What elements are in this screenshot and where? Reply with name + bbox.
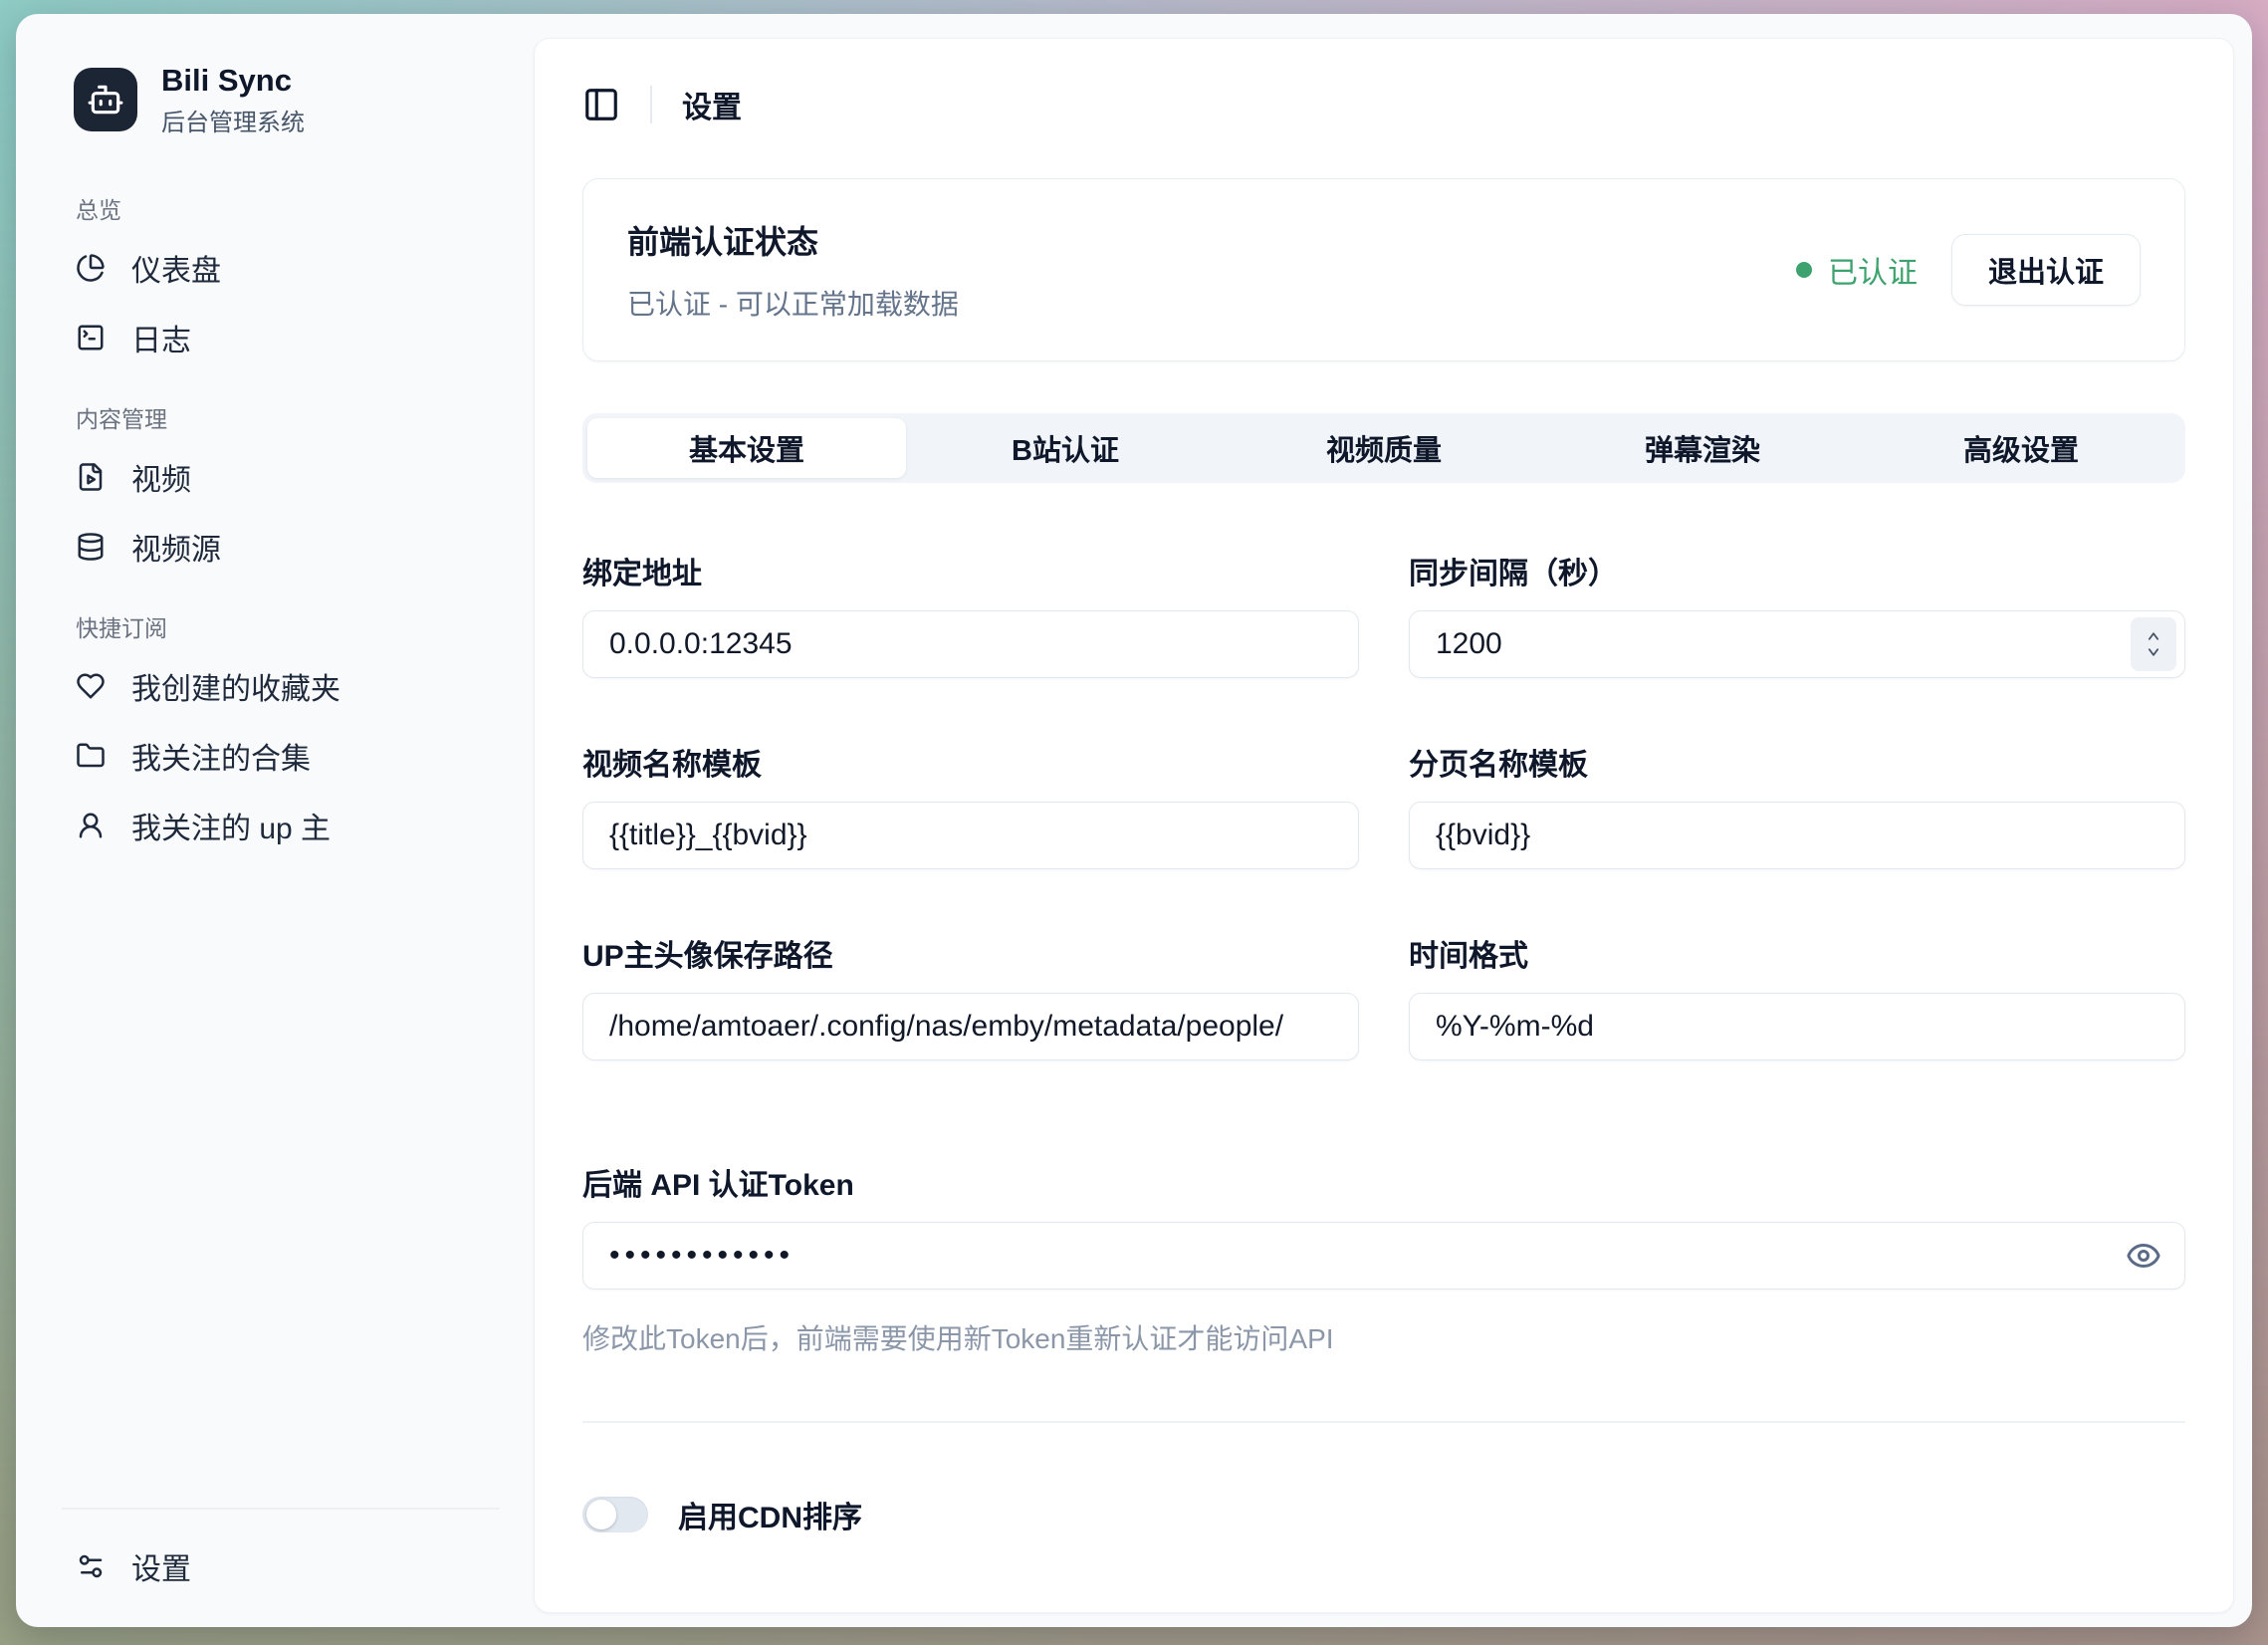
- status-label: 已认证: [1828, 248, 1918, 292]
- sidebar-item-videos[interactable]: 视频: [62, 442, 500, 512]
- sidebar-footer: 设置: [62, 1508, 500, 1627]
- main-content-area: 设置 前端认证状态 已认证 - 可以正常加载数据 已认证 退出认证 基本设置 B…: [534, 14, 2252, 1627]
- sidebar-item-video-sources[interactable]: 视频源: [62, 512, 500, 582]
- page-title: 设置: [682, 83, 742, 126]
- sidebar-item-label: 仪表盘: [131, 246, 221, 290]
- sidebar-item-settings[interactable]: 设置: [62, 1531, 500, 1601]
- file-video-icon: [76, 462, 106, 492]
- tab-bilibili-auth[interactable]: B站认证: [906, 418, 1225, 478]
- logout-auth-button[interactable]: 退出认证: [1951, 234, 2141, 306]
- settings-form-grid: 绑定地址 同步间隔（秒） 视频名称: [582, 549, 2185, 1060]
- sidebar-item-followed-uppers[interactable]: 我关注的 up 主: [62, 791, 500, 860]
- sidebar-item-label: 我创建的收藏夹: [131, 664, 340, 708]
- brand-title: Bili Sync: [161, 62, 305, 99]
- sidebar-item-label: 视频源: [131, 525, 221, 569]
- folder-icon: [76, 741, 106, 771]
- sync-interval-input[interactable]: [1409, 610, 2185, 678]
- sync-interval-stepper[interactable]: [2131, 617, 2176, 671]
- user-icon: [76, 811, 106, 840]
- video-name-template-label: 视频名称模板: [582, 740, 1359, 784]
- upper-avatar-path-label: UP主头像保存路径: [582, 931, 1359, 975]
- sidebar-item-label: 我关注的 up 主: [131, 804, 331, 847]
- database-icon: [76, 532, 106, 562]
- terminal-icon: [76, 323, 106, 352]
- sidebar-item-followed-collections[interactable]: 我关注的合集: [62, 721, 500, 791]
- main-card: 设置 前端认证状态 已认证 - 可以正常加载数据 已认证 退出认证 基本设置 B…: [534, 38, 2234, 1613]
- header-divider: [650, 86, 652, 123]
- tab-video-quality[interactable]: 视频质量: [1225, 418, 1543, 478]
- app-window: Bili Sync 后台管理系统 总览 仪表盘 日志 内容管理: [16, 14, 2252, 1627]
- api-token-helper-text: 修改此Token后，前端需要使用新Token重新认证才能访问API: [582, 1317, 2185, 1357]
- tab-advanced-settings[interactable]: 高级设置: [1862, 418, 2180, 478]
- page-header: 设置: [582, 39, 2185, 126]
- upper-avatar-path-input[interactable]: [582, 993, 1359, 1060]
- video-name-template-input[interactable]: [582, 802, 1359, 869]
- page-name-template-label: 分页名称模板: [1409, 740, 2185, 784]
- sidebar: Bili Sync 后台管理系统 总览 仪表盘 日志 内容管理: [16, 14, 534, 1627]
- sidebar-item-label: 我关注的合集: [131, 734, 311, 778]
- bind-address-label: 绑定地址: [582, 549, 1359, 592]
- sidebar-item-label: 日志: [131, 316, 191, 359]
- time-format-input[interactable]: [1409, 993, 2185, 1060]
- sidebar-item-label: 视频: [131, 455, 191, 499]
- sidebar-item-label: 设置: [131, 1544, 191, 1588]
- sync-interval-label: 同步间隔（秒）: [1409, 549, 2185, 592]
- bind-address-input[interactable]: [582, 610, 1359, 678]
- section-divider: [582, 1421, 2185, 1423]
- settings-tabs: 基本设置 B站认证 视频质量 弹幕渲染 高级设置: [582, 413, 2185, 483]
- tab-danmaku-render[interactable]: 弹幕渲染: [1543, 418, 1862, 478]
- status-dot: [1796, 262, 1812, 278]
- page-name-template-input[interactable]: [1409, 802, 2185, 869]
- chevron-up-icon: [2145, 629, 2162, 643]
- auth-status-badge: 已认证: [1796, 248, 1918, 292]
- auth-card-title: 前端认证状态: [627, 217, 959, 263]
- chevron-down-icon: [2145, 645, 2162, 659]
- sidebar-nav: 总览 仪表盘 日志 内容管理 视频: [62, 137, 500, 1508]
- nav-section-label: 内容管理: [76, 400, 486, 434]
- api-token-label: 后端 API 认证Token: [582, 1160, 2185, 1204]
- sidebar-item-my-favorites[interactable]: 我创建的收藏夹: [62, 651, 500, 721]
- tab-basic-settings[interactable]: 基本设置: [587, 418, 906, 478]
- time-format-label: 时间格式: [1409, 931, 2185, 975]
- sidebar-item-logs[interactable]: 日志: [62, 303, 500, 372]
- auth-card-subtitle: 已认证 - 可以正常加载数据: [627, 283, 959, 323]
- nav-section-label: 总览: [76, 191, 486, 225]
- sidebar-toggle-button[interactable]: [582, 86, 620, 123]
- bot-icon: [74, 68, 137, 131]
- switch-knob: [586, 1500, 616, 1529]
- api-token-section: 后端 API 认证Token 修改此Token后，前端需要使用新Token重新认…: [582, 1160, 2185, 1357]
- app-logo: Bili Sync 后台管理系统: [62, 62, 500, 137]
- pie-chart-icon: [76, 253, 106, 283]
- sliders-icon: [76, 1551, 106, 1581]
- sidebar-item-dashboard[interactable]: 仪表盘: [62, 233, 500, 303]
- eye-icon: [2126, 1262, 2161, 1277]
- heart-icon: [76, 671, 106, 701]
- auth-status-card: 前端认证状态 已认证 - 可以正常加载数据 已认证 退出认证: [582, 178, 2185, 361]
- cdn-sort-label: 启用CDN排序: [678, 1493, 862, 1536]
- nav-section-label: 快捷订阅: [76, 609, 486, 643]
- toggle-token-visibility-button[interactable]: [2126, 1238, 2161, 1274]
- panel-left-icon: [582, 86, 620, 123]
- cdn-sort-switch[interactable]: [582, 1497, 648, 1532]
- api-token-input[interactable]: [582, 1222, 2185, 1290]
- brand-subtitle: 后台管理系统: [161, 103, 305, 137]
- cdn-sort-row: 启用CDN排序: [582, 1493, 2185, 1536]
